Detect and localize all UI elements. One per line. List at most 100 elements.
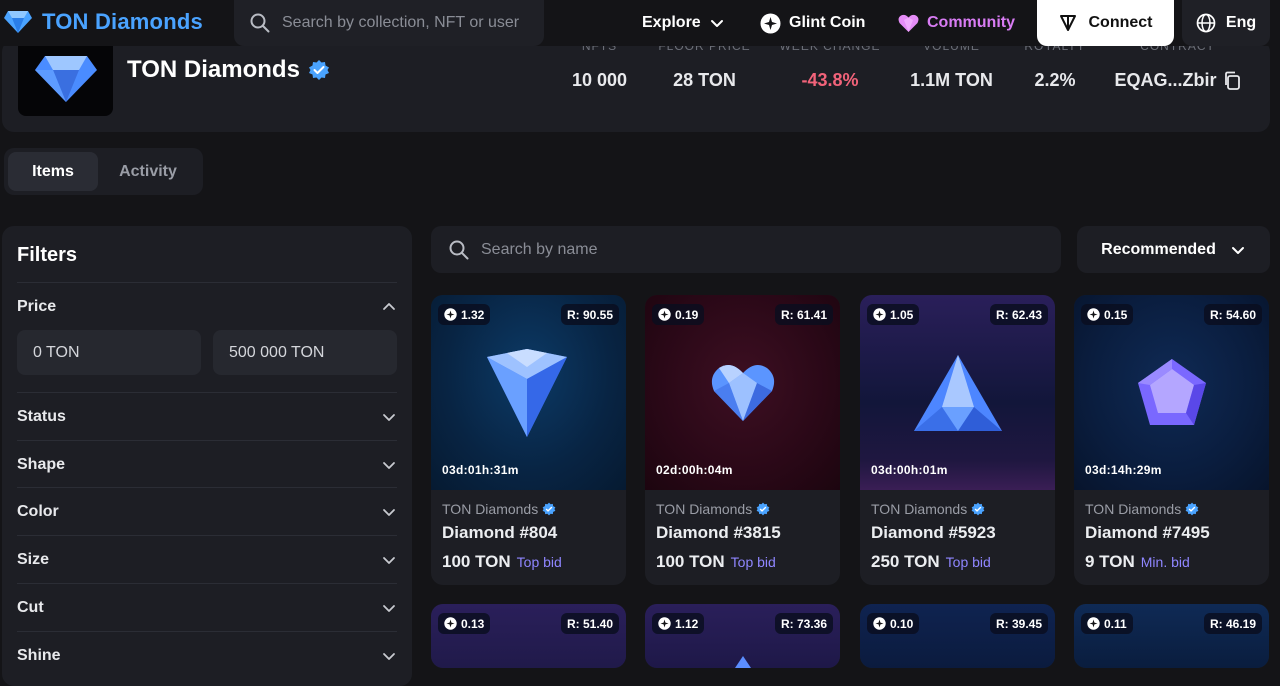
search-icon [449,240,469,259]
top-bar: TON Diamonds Search by collection, NFT o… [0,0,1280,46]
collection-title-text: TON Diamonds [127,56,300,83]
shine-value: 0.19 [675,307,699,322]
price-type: Top bid [730,554,776,570]
filter-label: Shape [17,455,66,473]
filter-color[interactable]: Color [17,487,397,535]
nft-card[interactable]: 1.32 R: 90.55 03d:01h:31m TON Diamonds D… [431,295,626,585]
rarity-badge: R: 73.36 [774,613,833,634]
card-name: Diamond #3815 [656,523,781,542]
nft-card[interactable]: 0.11 R: 46.19 [1074,604,1269,668]
nft-card[interactable]: 1.12 R: 73.36 [645,604,840,668]
verified-icon [308,60,329,80]
copy-icon[interactable] [1223,71,1241,91]
filter-shape[interactable]: Shape [17,440,397,488]
filter-label: Price [17,297,57,315]
price-value: 9 TON [1085,552,1135,571]
verified-icon [542,502,556,516]
filter-label: Color [17,502,59,520]
stat-volume: VOLUME 1.1M TON [904,40,999,91]
globe-icon [1196,13,1216,33]
shine-value: 1.05 [890,307,914,322]
nft-card[interactable]: 1.05 R: 62.43 03d:00h:01m TON Diamonds D… [860,295,1055,585]
rarity-badge: R: 61.41 [774,304,833,325]
stat-value: 28 TON [673,70,736,90]
language-button[interactable]: Eng [1182,0,1270,46]
card-price: 250 TON Top bid [871,552,991,572]
rarity-badge: R: 51.40 [560,613,619,634]
auction-timer: 03d:01h:31m [442,463,519,477]
search-placeholder: Search by collection, NFT or user [282,14,520,31]
filter-label: Shine [17,646,61,664]
filter-cut[interactable]: Cut [17,583,397,631]
nav-explore-label: Explore [642,14,701,31]
glint-coin-icon [873,617,886,630]
stat-contract[interactable]: CONTRACT EQAG...Zbir [1110,40,1245,91]
card-collection-name: TON Diamonds [442,501,539,517]
shine-badge: 1.05 [867,304,920,325]
shine-badge: 0.10 [867,613,920,634]
ton-icon [1059,15,1076,31]
nft-card[interactable]: 0.10 R: 39.45 [860,604,1055,668]
nav-community[interactable]: Community [898,0,1015,46]
nav-explore[interactable]: Explore [642,0,725,46]
chevron-down-icon [710,20,723,27]
chevron-down-icon [383,508,395,516]
pentagon-gem-icon [1138,359,1206,425]
filter-price[interactable]: Price [17,282,397,330]
rarity-badge: R: 62.43 [989,304,1048,325]
chevron-down-icon [383,556,395,564]
glint-coin-icon [444,308,457,321]
card-collection: TON Diamonds [442,501,556,517]
global-search-input[interactable]: Search by collection, NFT or user [234,0,544,46]
chevron-down-icon [1231,246,1244,254]
diamond-icon [34,56,97,102]
rarity-badge: R: 46.19 [1203,613,1262,634]
glint-coin-icon [1087,308,1100,321]
logo[interactable]: TON Diamonds [4,9,203,35]
price-max-input[interactable]: 500 000 TON [213,330,397,375]
item-search-input[interactable]: Search by name [431,226,1061,273]
rarity-badge: R: 54.60 [1203,304,1262,325]
nav-glint-label: Glint Coin [789,14,866,31]
connect-button[interactable]: Connect [1037,0,1174,46]
auction-timer: 02d:00h:04m [656,463,733,477]
price-type: Top bid [516,554,562,570]
view-tabs: Items Activity [4,148,203,195]
tab-activity[interactable]: Activity [98,152,198,191]
nav-glint-coin[interactable]: Glint Coin [760,0,865,46]
price-type: Min. bid [1140,554,1190,570]
filter-label: Size [17,550,50,568]
chevron-down-icon [383,604,395,612]
stat-value: 1.1M TON [910,70,993,90]
price-value: 100 TON [442,552,511,571]
card-price: 9 TON Min. bid [1085,552,1190,572]
diamond-logo-icon [4,11,32,33]
card-collection-name: TON Diamonds [656,501,753,517]
glint-coin-icon [873,308,886,321]
logo-text: TON Diamonds [42,9,203,34]
shine-value: 0.15 [1104,307,1128,322]
collection-avatar [18,40,113,116]
filter-shine[interactable]: Shine [17,631,397,679]
nft-card[interactable]: 0.19 R: 61.41 02d:00h:04m TON Diamonds D… [645,295,840,585]
contract-address: EQAG...Zbir [1114,70,1217,90]
shine-badge: 1.12 [652,613,705,634]
glint-coin-icon [760,13,781,33]
diamond-icon [487,349,567,437]
tab-items[interactable]: Items [8,152,98,191]
stat-value: -43.8% [801,70,859,90]
stat-royalty: ROYALTY 2.2% [1016,40,1094,91]
card-collection: TON Diamonds [1085,501,1199,517]
chevron-down-icon [383,413,395,421]
filter-size[interactable]: Size [17,535,397,583]
stat-floor-price: FLOOR PRICE 28 TON [652,40,757,91]
price-value: 250 TON [871,552,940,571]
sort-dropdown[interactable]: Recommended [1077,226,1270,273]
nft-card[interactable]: 0.13 R: 51.40 [431,604,626,668]
heart-gem-icon [711,364,775,421]
glint-coin-icon [1087,617,1100,630]
price-min-input[interactable]: 0 TON [17,330,201,375]
filter-status[interactable]: Status [17,392,397,440]
nft-card[interactable]: 0.15 R: 54.60 03d:14h:29m TON Diamonds D… [1074,295,1269,585]
verified-icon [971,502,985,516]
